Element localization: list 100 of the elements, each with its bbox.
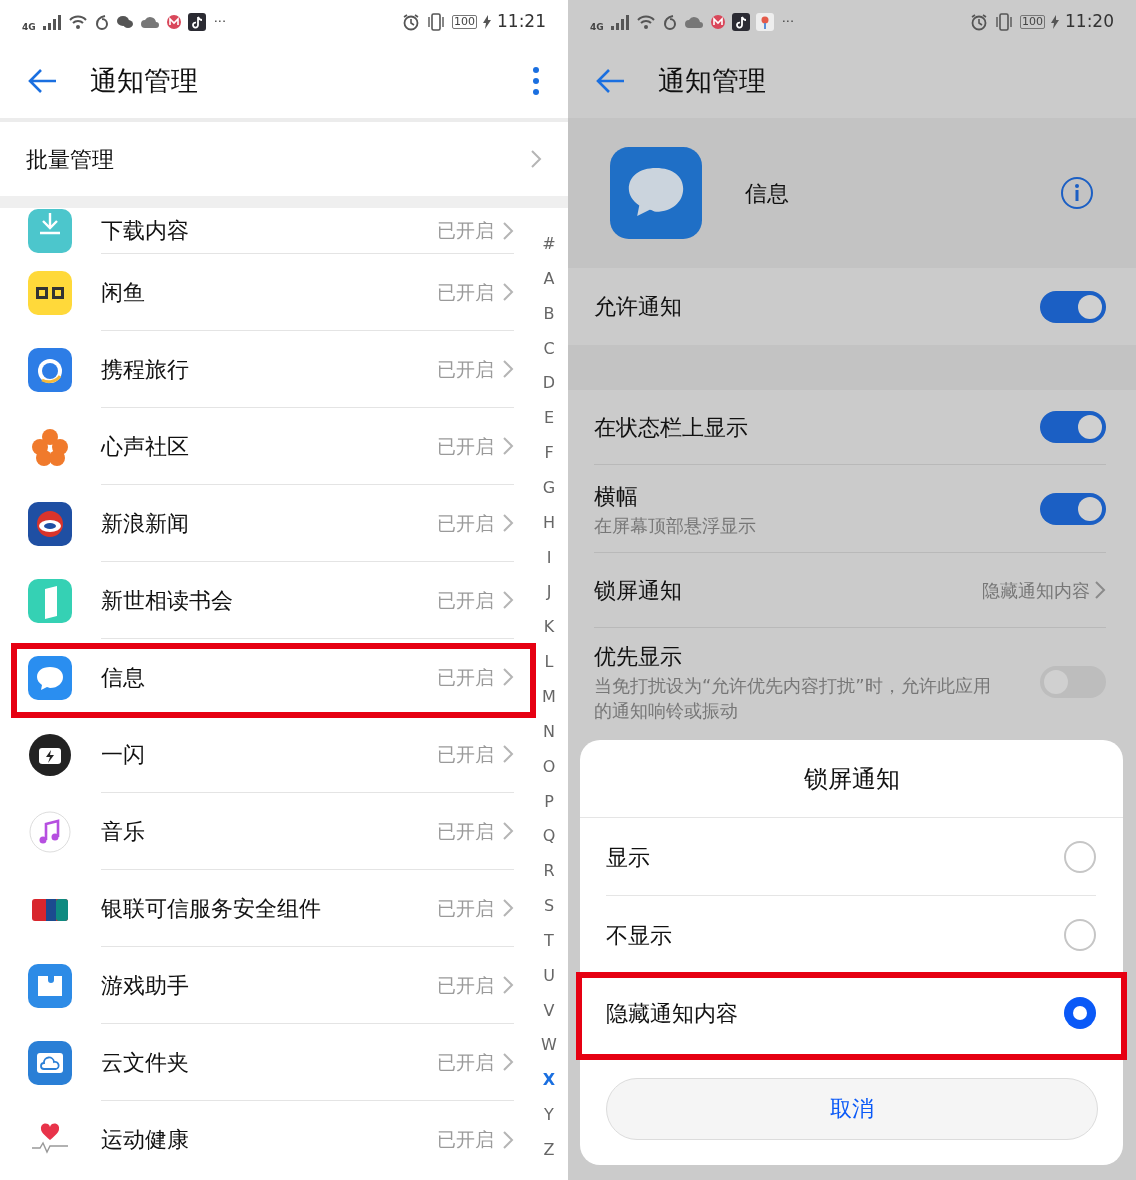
index-letter[interactable]: P (544, 791, 554, 812)
radio-button[interactable] (1064, 997, 1096, 1029)
status-label: 已开启 (437, 818, 494, 844)
app-name[interactable]: 银联可信服务安全组件 (101, 891, 437, 925)
chevron-right-icon (502, 975, 514, 995)
chevron-right-icon (502, 436, 514, 456)
setting-description: 当免打扰设为“允许优先内容打扰”时，允许此应用的通知响铃或振动 (594, 674, 992, 723)
index-letter[interactable]: Q (542, 826, 556, 847)
index-letter[interactable]: E (543, 408, 555, 429)
index-letter[interactable]: R (543, 861, 555, 882)
index-letter[interactable]: N (543, 721, 555, 742)
wifi-icon (635, 14, 656, 30)
index-letter[interactable]: G (542, 477, 556, 498)
app-name[interactable]: 信息 (101, 660, 437, 694)
status-label: 已开启 (437, 972, 494, 998)
cloud-icon (683, 15, 704, 29)
index-letter[interactable]: I (546, 547, 552, 568)
app-name[interactable]: 闲鱼 (101, 275, 437, 309)
back-arrow-icon[interactable] (596, 68, 626, 94)
chevron-right-icon (530, 149, 542, 169)
toggle-switch[interactable] (1040, 492, 1106, 525)
index-letter[interactable]: X (542, 1070, 556, 1091)
index-letter[interactable]: F (544, 443, 554, 464)
music-note-app-icon (731, 13, 750, 31)
app-name[interactable]: 运动健康 (101, 1123, 437, 1156)
app-name[interactable]: 游戏助手 (101, 968, 437, 1002)
wifi-icon (67, 14, 88, 30)
more-menu-icon[interactable] (532, 66, 540, 96)
signal-icon (41, 14, 62, 30)
status-label: 已开启 (437, 433, 494, 459)
message-app-icon (610, 147, 702, 239)
music-note-app-icon (28, 809, 72, 854)
status-label: 已开启 (437, 510, 494, 536)
index-letter[interactable]: B (543, 303, 555, 324)
option-label[interactable]: 不显示 (606, 918, 672, 952)
status-label: 已开启 (437, 587, 494, 613)
app-name[interactable]: 携程旅行 (101, 352, 437, 386)
index-letter[interactable]: C (543, 338, 555, 359)
radio-button[interactable] (1064, 919, 1096, 951)
option-label[interactable]: 隐藏通知内容 (606, 996, 738, 1030)
index-letter[interactable]: # (542, 234, 556, 254)
index-letter[interactable]: H (543, 512, 555, 533)
cloud-icon (139, 15, 160, 29)
index-letter[interactable]: U (543, 965, 555, 986)
alarm-icon (402, 13, 420, 31)
cancel-button[interactable]: 取消 (605, 1077, 1098, 1140)
index-letter[interactable]: Y (544, 1105, 554, 1126)
chevron-right-icon (502, 359, 514, 379)
sheet-title: 锁屏通知 (803, 763, 900, 795)
batch-manage-row[interactable]: 批量管理 (0, 122, 568, 196)
index-letter[interactable]: D (542, 373, 556, 394)
back-arrow-icon[interactable] (28, 68, 58, 94)
index-letter[interactable]: W (541, 1035, 557, 1056)
app-name[interactable]: 一闪 (101, 737, 437, 771)
radio-button[interactable] (1064, 841, 1096, 873)
setting-label: 允许通知 (594, 293, 682, 321)
index-letter[interactable]: V (543, 1000, 555, 1021)
swirl-icon (661, 14, 678, 30)
camera-app-icon (28, 732, 72, 777)
status-label: 已开启 (437, 218, 494, 244)
status-label: 已开启 (437, 279, 494, 305)
vibrate-icon (994, 13, 1014, 31)
index-letter[interactable]: A (543, 268, 555, 289)
index-letter[interactable]: Z (543, 1139, 555, 1160)
app-name[interactable]: 音乐 (101, 814, 437, 848)
app-name[interactable]: 下载内容 (101, 214, 437, 247)
index-letter[interactable]: S (543, 896, 555, 917)
app-name: 信息 (745, 179, 790, 208)
chevron-right-icon (502, 744, 514, 764)
app-name[interactable]: 新世相读书会 (101, 583, 437, 617)
index-letter[interactable]: L (544, 652, 554, 673)
toggle-switch[interactable] (1040, 290, 1106, 323)
index-letter[interactable]: J (546, 582, 552, 603)
status-label: 已开启 (437, 741, 494, 767)
charging-icon (483, 15, 491, 29)
index-letter[interactable]: K (543, 617, 555, 638)
bank-logo-icon (709, 14, 726, 30)
chat-bubbles-icon (115, 14, 134, 30)
option-label[interactable]: 显示 (606, 840, 650, 874)
app-name[interactable]: 新浪新闻 (101, 506, 437, 540)
charging-icon (1051, 15, 1059, 29)
index-letter[interactable]: M (542, 686, 556, 707)
info-icon[interactable] (1060, 176, 1094, 210)
toggle-switch[interactable] (1040, 411, 1106, 443)
setting-label: 锁屏通知 (594, 576, 682, 605)
app-name[interactable]: 心声社区 (101, 429, 437, 463)
clock-time: 11:20 (1065, 10, 1114, 34)
more-notifications-label: ··· (213, 13, 227, 32)
chevron-right-icon (502, 898, 514, 918)
battery-level-label: 100 (1020, 15, 1045, 29)
page-title: 通知管理 (658, 63, 766, 98)
chevron-right-icon (502, 590, 514, 610)
battery-level-label: 100 (452, 15, 477, 29)
chevron-right-icon (502, 513, 514, 533)
index-letter[interactable]: O (542, 756, 556, 777)
cloud-app-icon (28, 1040, 72, 1085)
book-app-icon (28, 578, 72, 623)
app-name[interactable]: 云文件夹 (101, 1045, 437, 1079)
index-letter[interactable]: T (544, 930, 554, 951)
setting-label: 在状态栏上显示 (594, 413, 748, 442)
